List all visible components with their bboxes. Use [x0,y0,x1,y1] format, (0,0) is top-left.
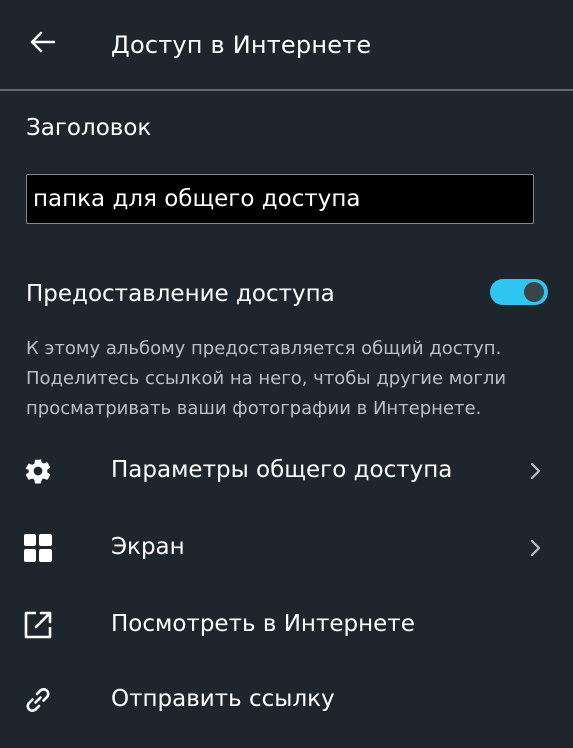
menu-item-label: Отправить ссылку [111,686,335,712]
menu-item-display[interactable]: Экран [0,516,573,580]
header-divider [0,89,573,91]
menu-item-view-online[interactable]: Посмотреть в Интернете [0,593,573,657]
open-external-icon [22,609,54,641]
sharing-toggle[interactable] [490,279,548,305]
app-header: Доступ в Интернете [0,0,573,89]
page-title: Доступ в Интернете [111,31,372,59]
link-icon [22,684,54,716]
sharing-description: К этому альбому предоставляется общий до… [26,334,546,424]
menu-item-label: Экран [111,534,185,560]
title-label: Заголовок [26,115,152,141]
description-line: Поделитесь ссылкой на него, чтобы другие… [26,368,507,389]
menu-item-send-link[interactable]: Отправить ссылку [0,668,573,732]
chevron-right-icon [527,461,545,481]
gear-icon [22,455,54,487]
chevron-right-icon [527,538,545,558]
layout-grid-icon [22,532,54,564]
toggle-knob [524,282,544,302]
back-button[interactable] [26,28,58,60]
arrow-left-icon [29,31,56,57]
menu-item-sharing-settings[interactable]: Параметры общего доступа [0,439,573,503]
album-title-input[interactable] [26,174,534,224]
description-line: К этому альбому предоставляется общий до… [26,338,502,359]
menu-item-label: Посмотреть в Интернете [111,611,415,637]
description-line: просматривать ваши фотографии в Интернет… [26,398,482,419]
sharing-label: Предоставление доступа [26,281,335,307]
menu-item-label: Параметры общего доступа [111,457,453,483]
